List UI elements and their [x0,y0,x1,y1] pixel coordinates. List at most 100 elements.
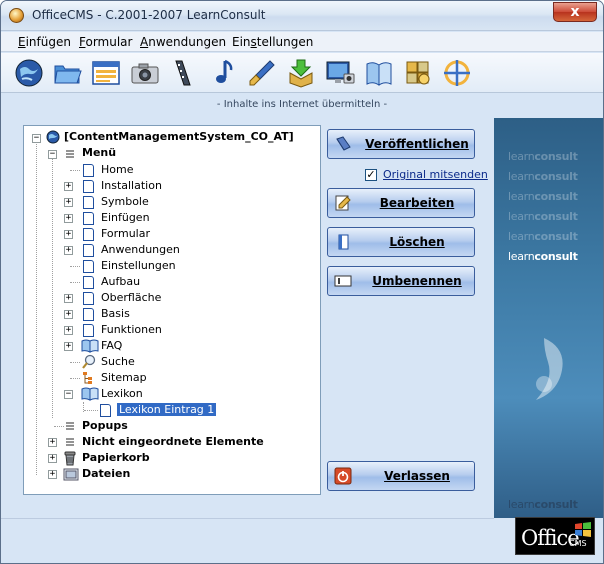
page-icon [83,292,94,305]
menu-lines-icon [66,438,74,446]
app-icon [9,8,24,23]
brand-watermark: learnconsult [508,170,578,183]
close-button[interactable]: x [553,2,597,22]
brand-watermark: learnconsult [508,150,578,163]
tree-node-menu[interactable]: Menü [82,145,116,161]
tree-item-einstellungen[interactable]: Einstellungen [101,258,176,274]
tree-item-sitemap[interactable]: Sitemap [101,370,147,386]
tree-expander[interactable]: + [64,214,73,223]
brand-watermark: learnconsult [508,230,578,243]
content-tree[interactable]: − [ContentManagementSystem_CO_AT] − Menü… [23,125,321,495]
tree-item-lexikon-eintrag[interactable]: Lexikon Eintrag 1 [117,402,217,418]
quit-button[interactable]: Verlassen [327,461,475,491]
tree-expander[interactable]: + [64,198,73,207]
book-icon [81,339,99,353]
tree-item-suche[interactable]: Suche [101,354,135,370]
page-icon [83,308,94,321]
tree-expander[interactable]: + [48,470,57,479]
toolbar [1,53,603,93]
tree-item-symbole[interactable]: Symbole [101,194,149,210]
status-caption: - Inhalte ins Internet übermitteln - [216,99,388,110]
menu-bar: Einfügen Formular Anwendungen Einstellun… [1,32,603,52]
tree-item-funktionen[interactable]: Funktionen [101,322,162,338]
tree-item-basis[interactable]: Basis [101,306,130,322]
root-expander[interactable]: − [32,134,41,143]
tree-node-popups[interactable]: Popups [82,418,128,434]
tree-item-faq[interactable]: FAQ [101,338,122,354]
tree-expander[interactable]: + [64,230,73,239]
tree-item-oberflaeche[interactable]: Oberfläche [101,290,161,306]
page-icon [83,212,94,225]
officecms-logo: Office CMS [515,517,595,555]
menu-lines-icon [66,150,74,158]
window-title: OfficeCMS - C.2001-2007 LearnConsult [32,8,266,22]
tree-expander[interactable]: + [48,438,57,447]
page-icon [83,180,94,193]
paint-brush-icon[interactable] [246,57,278,89]
tree-expander[interactable]: + [64,326,73,335]
puzzle-icon[interactable] [402,57,434,89]
edit-button[interactable]: Bearbeiten [327,188,475,218]
brand-swoosh-icon [536,338,563,400]
windows-flag-icon [575,522,591,537]
tree-node-papierkorb[interactable]: Papierkorb [82,450,150,466]
send-original-checkbox[interactable]: ✓ [365,169,377,181]
brand-wordmark: learnconsult [508,250,578,263]
tree-expander[interactable]: + [64,310,73,319]
tree-expander[interactable]: + [48,454,57,463]
power-icon [334,467,352,485]
page-icon [83,260,94,273]
page-icon [83,244,94,257]
tree-expander[interactable]: + [64,182,73,191]
tree-expander[interactable]: + [64,342,73,351]
folder-icon[interactable] [51,57,83,89]
monitor-icon[interactable] [324,57,356,89]
brand-watermark: learnconsult [508,210,578,223]
menu-einstellungen[interactable]: Einstellungen [232,35,313,49]
brand-panel: learnconsult learnconsult learnconsult l… [494,118,603,518]
music-note-icon[interactable] [207,57,239,89]
globe-icon[interactable] [13,57,45,89]
publish-button[interactable]: Veröffentlichen [327,129,475,159]
send-original-label[interactable]: Original mitsenden [383,168,488,181]
film-icon[interactable] [168,57,200,89]
book-icon [81,387,99,401]
page-icon [83,324,94,337]
tree-item-formular[interactable]: Formular [101,226,150,242]
tree-item-installation[interactable]: Installation [101,178,162,194]
eraser-icon [336,136,351,151]
list-window-icon[interactable] [90,57,122,89]
menu-lines-icon [66,422,74,430]
camera-icon[interactable] [129,57,161,89]
tree-item-anwendungen[interactable]: Anwendungen [101,242,180,258]
app-window: OfficeCMS - C.2001-2007 LearnConsult x E… [0,0,604,564]
tree-node-dateien[interactable]: Dateien [82,466,130,482]
tree-root[interactable]: [ContentManagementSystem_CO_AT] [64,129,294,145]
tree-item-aufbau[interactable]: Aufbau [101,274,140,290]
menu-anwendungen[interactable]: Anwendungen [140,35,226,49]
menu-expander[interactable]: − [48,150,57,159]
tree-expander[interactable]: − [64,390,73,399]
menu-formular[interactable]: Formular [79,35,132,49]
crosshair-icon[interactable] [441,57,473,89]
tree-expander[interactable]: + [64,294,73,303]
tree-item-lexikon[interactable]: Lexikon [101,386,143,402]
tree-connector [52,154,53,418]
page-icon [83,196,94,209]
brand-footer: learnconsult [508,498,578,511]
delete-button[interactable]: Löschen [327,227,475,257]
caption-bar: - Inhalte ins Internet übermitteln - [1,94,603,118]
book-icon[interactable] [363,57,395,89]
files-icon [63,468,79,481]
brand-watermark: learnconsult [508,190,578,203]
tree-item-einfuegen[interactable]: Einfügen [101,210,150,226]
download-box-icon[interactable] [285,57,317,89]
tree-item-home[interactable]: Home [101,162,133,178]
page-icon [100,404,111,417]
tree-node-unassigned[interactable]: Nicht eingeordnete Elemente [82,434,264,450]
rename-button[interactable]: Umbenennen [327,266,475,296]
tree-expander[interactable]: + [64,246,73,255]
page-icon [83,228,94,241]
menu-einfuegen[interactable]: Einfügen [18,35,71,49]
title-bar[interactable]: OfficeCMS - C.2001-2007 LearnConsult x [1,1,603,31]
